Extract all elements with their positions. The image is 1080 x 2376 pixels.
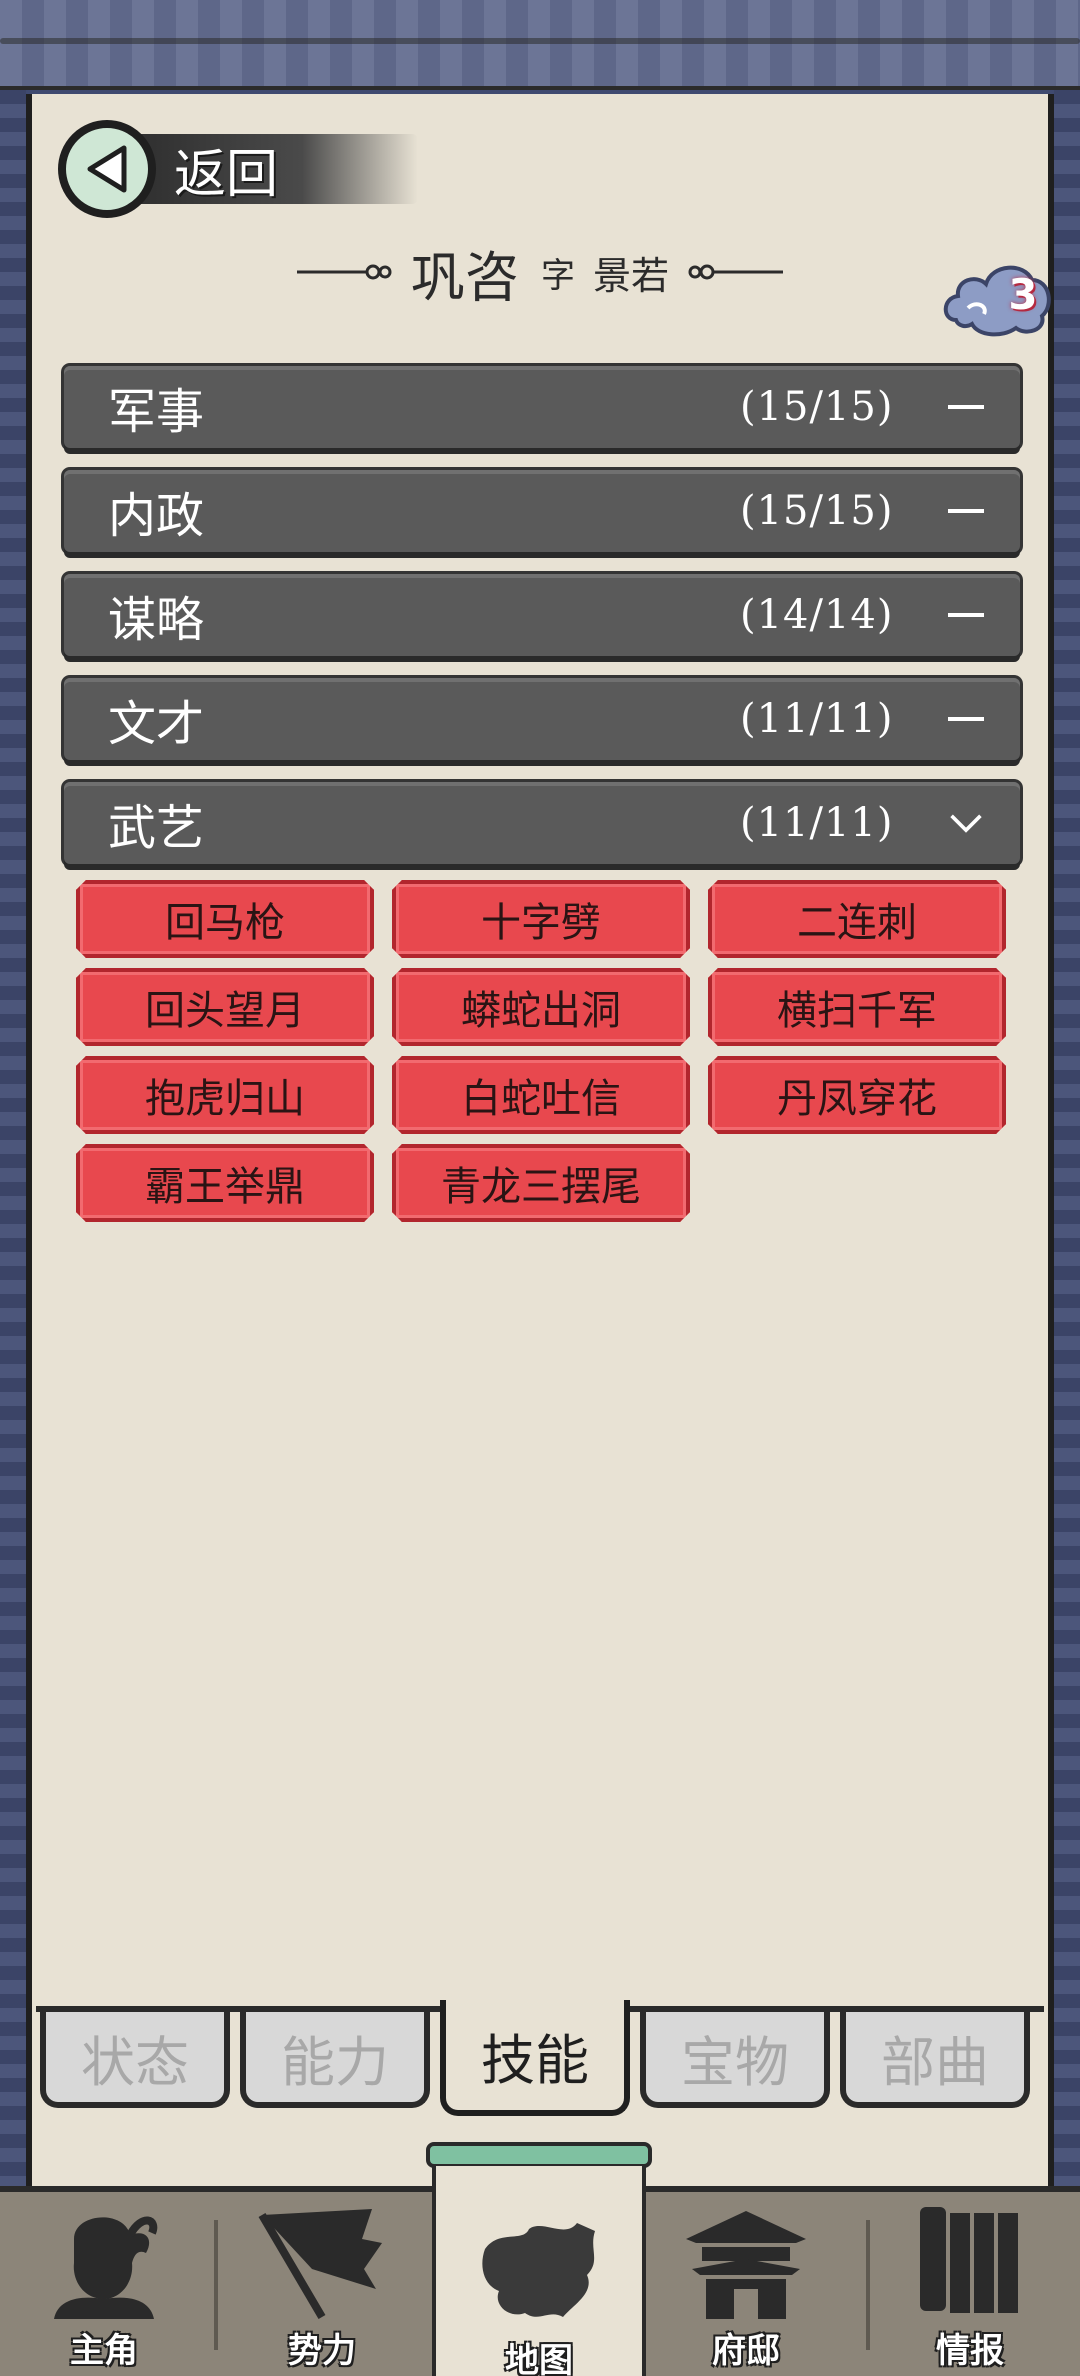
skill-button[interactable]: 十字劈 — [392, 880, 690, 958]
skill-button[interactable]: 回头望月 — [76, 968, 374, 1046]
category-name: 谋略 — [108, 592, 205, 648]
nav-hero[interactable]: 主角 — [4, 2192, 204, 2376]
category-literary[interactable]: 文才 (11/11) — [64, 678, 1020, 760]
category-strategy[interactable]: 谋略 (14/14) — [64, 574, 1020, 656]
back-label: 返回 — [174, 144, 279, 205]
title-right-ornament-icon — [688, 264, 783, 280]
category-name: 内政 — [108, 488, 205, 544]
map-icon — [482, 2223, 595, 2317]
category-martial[interactable]: 武艺 (11/11) — [64, 782, 1020, 864]
skill-button[interactable]: 二连刺 — [708, 880, 1006, 958]
category-name: 文才 — [108, 696, 205, 752]
collapse-icon — [944, 697, 988, 741]
tab-troops[interactable]: 部曲 — [840, 2012, 1030, 2108]
nav-label: 地图 — [505, 2341, 573, 2376]
category-military[interactable]: 军事 (15/15) — [64, 366, 1020, 448]
hero-icon — [54, 2216, 158, 2319]
mansion-icon — [686, 2211, 806, 2319]
category-count: (11/11) — [740, 800, 894, 846]
category-name: 军事 — [108, 384, 205, 440]
skill-button[interactable]: 白蛇吐信 — [392, 1056, 690, 1134]
collapse-icon — [944, 593, 988, 637]
skill-button[interactable]: 蟒蛇出洞 — [392, 968, 690, 1046]
collapse-icon — [944, 385, 988, 429]
chevron-down-icon — [944, 801, 988, 845]
left-decorative-border — [0, 90, 26, 2190]
badge-count: 3 — [1008, 270, 1038, 319]
courtesy-prefix: 字 — [540, 255, 575, 296]
collapse-icon — [944, 489, 988, 533]
nav-separator — [214, 2220, 218, 2350]
nav-label: 府邸 — [712, 2331, 780, 2371]
nav-label: 情报 — [936, 2331, 1004, 2371]
nav-faction[interactable]: 势力 — [222, 2192, 422, 2376]
subtab-bar: 状态 能力 技能 宝物 部曲 — [36, 2000, 1044, 2120]
tab-treasure[interactable]: 宝物 — [640, 2012, 830, 2108]
back-button[interactable]: 返回 — [58, 120, 418, 218]
category-count: (15/15) — [740, 384, 894, 430]
nav-map[interactable]: 地图 — [432, 2166, 646, 2376]
skill-button[interactable]: 丹凤穿花 — [708, 1056, 1006, 1134]
category-name: 武艺 — [108, 800, 205, 856]
cloud-badge[interactable]: 3 — [942, 250, 1054, 340]
nav-label: 势力 — [288, 2331, 356, 2371]
category-count: (11/11) — [740, 696, 894, 742]
right-decorative-border — [1054, 90, 1080, 2190]
title-left-ornament-icon — [296, 264, 392, 280]
top-decorative-border — [0, 0, 1080, 90]
general-name: 巩咨 — [410, 245, 519, 309]
category-politics[interactable]: 内政 (15/15) — [64, 470, 1020, 552]
nav-mansion[interactable]: 府邸 — [646, 2192, 846, 2376]
category-count: (15/15) — [740, 488, 894, 534]
skill-button[interactable]: 回马枪 — [76, 880, 374, 958]
tab-skills[interactable]: 技能 — [440, 2000, 630, 2116]
skill-button[interactable]: 青龙三摆尾 — [392, 1144, 690, 1222]
skill-button[interactable]: 霸王举鼎 — [76, 1144, 374, 1222]
nav-label: 主角 — [70, 2331, 138, 2371]
nav-active-cap — [426, 2142, 652, 2168]
skill-button[interactable]: 横扫千军 — [708, 968, 1006, 1046]
flag-icon — [258, 2209, 382, 2319]
courtesy-name: 景若 — [592, 253, 669, 298]
category-count: (14/14) — [740, 592, 894, 638]
back-arrow-icon — [58, 120, 156, 218]
page-title: 巩咨 字 景若 — [240, 232, 840, 312]
tab-ability[interactable]: 能力 — [240, 2012, 430, 2108]
skill-button[interactable]: 抱虎归山 — [76, 1056, 374, 1134]
scroll-icon — [920, 2207, 1018, 2313]
nav-separator — [866, 2220, 870, 2350]
tab-status[interactable]: 状态 — [40, 2012, 230, 2108]
nav-intel[interactable]: 情报 — [870, 2192, 1070, 2376]
